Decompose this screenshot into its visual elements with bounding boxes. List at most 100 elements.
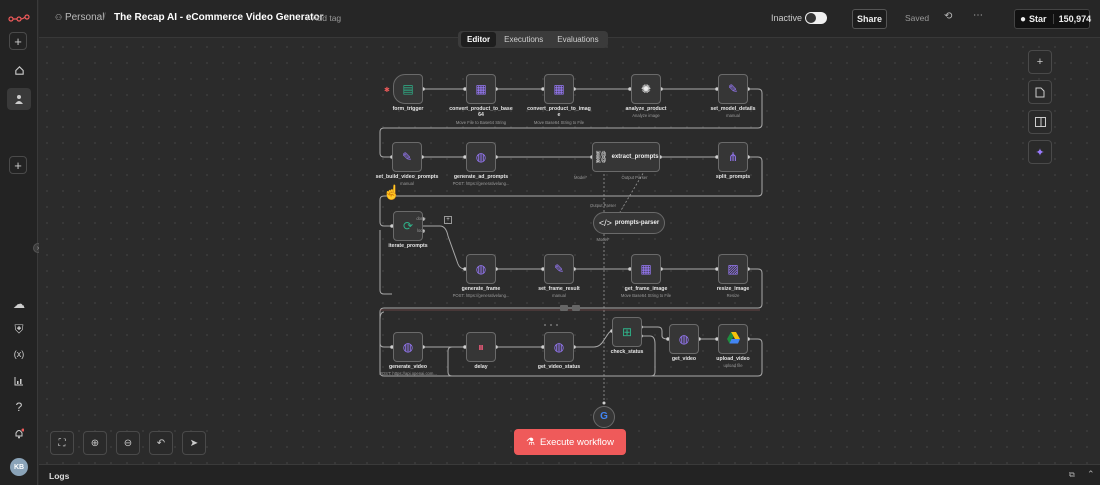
node-label: delay — [474, 364, 488, 370]
execute-label: Execute workflow — [540, 436, 614, 448]
logs-title: Logs — [49, 471, 70, 481]
node-label: set_frame_result — [538, 286, 580, 292]
node-subtitle: POST: https://api.openai.com... — [379, 371, 437, 376]
node-label: generate_ad_prompts — [453, 174, 509, 180]
node-upload-video[interactable] — [718, 324, 748, 354]
node-convert-to-image[interactable]: ▦ — [544, 74, 574, 104]
pointer-tool-icon[interactable]: ➤ — [182, 431, 206, 455]
node-form-trigger[interactable]: ▤ — [393, 74, 423, 104]
pencil-icon: ✎ — [401, 150, 413, 164]
switch-icon: ⊞ — [621, 325, 633, 339]
node-label: generate_frame — [461, 286, 501, 292]
node-label: upload_video — [716, 356, 750, 362]
node-label: split_prompts — [715, 174, 751, 180]
trigger-marker-icon: ✱ — [384, 87, 390, 94]
flask-icon: ⚗ — [526, 436, 536, 448]
globe-icon: ◍ — [475, 262, 487, 276]
node-subtitle: Move File to Base64 String — [455, 120, 507, 125]
globe-icon: ◍ — [402, 340, 414, 354]
node-generate-ad-prompts[interactable]: ◍ — [466, 142, 496, 172]
node-get-frame-image[interactable]: ▦ — [631, 254, 661, 284]
panel-toggle-icon[interactable] — [1028, 110, 1052, 134]
globe-icon: ◍ — [553, 340, 565, 354]
node-label: set_model_details — [710, 106, 756, 112]
node-gemini-model[interactable]: G — [593, 406, 615, 428]
node-subtitle: POST: https://generativelang... — [452, 293, 510, 298]
node-subtitle: upload file — [723, 363, 743, 368]
node-extract-prompts[interactable]: ⛓ extract_prompts — [592, 142, 660, 172]
port-label-loop: loop — [417, 228, 425, 233]
node-generate-video[interactable]: ◍ — [393, 332, 423, 362]
add-connection-icon[interactable]: + — [444, 216, 452, 224]
chevron-up-icon[interactable]: ⌃ — [1087, 469, 1095, 480]
node-subtitle: manual — [552, 293, 566, 298]
port-label-done: done — [416, 216, 426, 221]
n8n-app: + + ☁ ⛨ (x) ? KB › ⚇ Personal / The Reca… — [0, 0, 1100, 485]
view-tabs: Editor Executions Evaluations — [458, 31, 608, 48]
node-subtitle: Resize — [726, 293, 740, 298]
node-subtitle: POST: https://generativelang... — [452, 181, 510, 186]
node-split-prompts[interactable]: ⋔ — [718, 142, 748, 172]
file-convert-icon: ▦ — [640, 262, 652, 276]
node-subtitle: Move Base64 String to File — [620, 293, 672, 298]
file-convert-icon: ▦ — [475, 82, 487, 96]
node-label: iterate_prompts — [388, 243, 428, 249]
port-label-output-parser: Output Parser — [621, 175, 648, 180]
node-subtitle: Move Base64 String to File — [533, 120, 585, 125]
code-icon: </> — [598, 217, 612, 228]
node-label: convert_product_to_imag e — [527, 106, 591, 118]
node-label: extract_prompts — [611, 154, 659, 160]
chain-link-icon: ⛓ — [593, 150, 609, 164]
node-label: get_frame_image — [624, 286, 668, 292]
node-subtitle: Analyze image — [632, 113, 660, 118]
openai-icon: ✺ — [640, 82, 652, 96]
split-icon: ⋔ — [727, 150, 739, 164]
undo-icon[interactable]: ↶ — [149, 431, 173, 455]
globe-icon: ◍ — [678, 332, 690, 346]
node-set-frame-result[interactable]: ✎ — [544, 254, 574, 284]
image-icon: ▨ — [727, 262, 739, 276]
add-node-button[interactable]: + — [1028, 50, 1052, 74]
port-label-model: Model* — [573, 175, 588, 180]
port-label-output-parser: Output Parser — [589, 203, 617, 208]
node-prompts-parser[interactable]: </> prompts-parser — [593, 212, 665, 234]
node-subtitle: manual — [726, 113, 740, 118]
node-set-build-video-prompts[interactable]: ✎ — [392, 142, 422, 172]
tab-executions[interactable]: Executions — [498, 32, 549, 47]
pencil-icon: ✎ — [727, 82, 739, 96]
form-icon: ▤ — [402, 82, 414, 96]
node-delay[interactable]: ⏸ — [466, 332, 496, 362]
sticky-note-icon[interactable] — [1028, 80, 1052, 104]
mouse-cursor-icon: ☝ — [383, 184, 401, 200]
node-label: prompts-parser — [614, 220, 660, 226]
globe-icon: ◍ — [475, 150, 487, 164]
fit-view-icon[interactable]: ⛶ — [50, 431, 74, 455]
node-convert-to-base64[interactable]: ▦ — [466, 74, 496, 104]
connections-layer — [379, 87, 763, 405]
file-convert-icon: ▦ — [553, 82, 565, 96]
port-label-model: Model* — [596, 237, 610, 242]
node-analyze-product[interactable]: ✺ — [631, 74, 661, 104]
ai-assistant-icon[interactable]: ✦ — [1028, 140, 1052, 164]
google-icon: G — [600, 411, 608, 422]
node-get-video[interactable]: ◍ — [669, 324, 699, 354]
logs-panel[interactable]: Logs ⧉ ⌃ — [39, 464, 1100, 485]
google-drive-icon — [726, 332, 740, 346]
zoom-in-icon[interactable]: ⊕ — [83, 431, 107, 455]
node-label: check_status — [610, 349, 644, 355]
zoom-out-icon[interactable]: ⊖ — [116, 431, 140, 455]
node-generate-frame[interactable]: ◍ — [466, 254, 496, 284]
pause-icon: ⏸ — [477, 340, 484, 354]
node-label: resize_image — [716, 286, 750, 292]
node-set-model-details[interactable]: ✎ — [718, 74, 748, 104]
node-get-video-status[interactable]: ◍ — [544, 332, 574, 362]
pencil-icon: ✎ — [553, 262, 565, 276]
node-label: convert_product_to_base 64 — [449, 106, 513, 118]
node-check-status[interactable]: ⊞ — [612, 317, 642, 347]
node-resize-image[interactable]: ▨ — [718, 254, 748, 284]
node-label: get_video_status — [537, 364, 581, 370]
tab-evaluations[interactable]: Evaluations — [551, 32, 604, 47]
tab-editor[interactable]: Editor — [461, 32, 497, 47]
execute-workflow-button[interactable]: ⚗ Execute workflow — [514, 429, 626, 455]
popout-icon[interactable]: ⧉ — [1069, 470, 1075, 480]
